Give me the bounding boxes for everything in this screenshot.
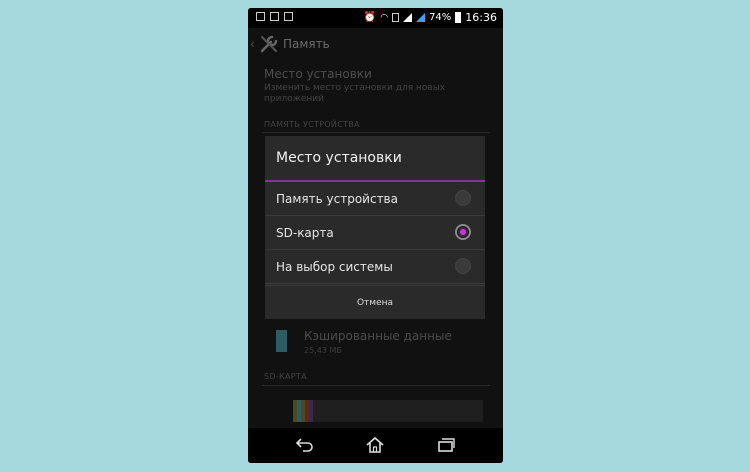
signal-icon-2 xyxy=(416,13,426,22)
alarm-icon: ⏰ xyxy=(363,12,377,23)
status-bar: ⏰ ◠ 74% 16:36 xyxy=(248,8,503,28)
section-divider xyxy=(262,132,490,133)
dialog-title: Место установки xyxy=(276,150,402,166)
nfc-icon xyxy=(392,13,400,22)
section-sd-card: SD-КАРТА xyxy=(264,372,307,381)
wrench-icon xyxy=(260,35,278,53)
wifi-icon: ◠ xyxy=(380,12,389,23)
notification-icon xyxy=(256,12,265,21)
battery-text: 74% xyxy=(429,12,452,23)
clock: 16:36 xyxy=(465,11,497,24)
recent-apps-icon[interactable] xyxy=(436,436,456,454)
option-system-choice[interactable]: На выбор системы xyxy=(265,250,485,284)
option-label: SD-карта xyxy=(276,226,334,240)
option-sd-card[interactable]: SD-карта xyxy=(265,216,485,250)
image-notification-icon xyxy=(270,12,279,21)
home-icon[interactable] xyxy=(365,436,385,454)
battery-icon xyxy=(455,12,462,23)
sd-usage-bar xyxy=(293,400,483,422)
radio-button[interactable] xyxy=(455,190,471,206)
back-icon[interactable] xyxy=(293,436,313,454)
notification-icon-2 xyxy=(284,12,293,21)
install-location-setting-desc: Изменить место установки для новых прило… xyxy=(264,83,446,104)
radio-button-selected[interactable] xyxy=(455,224,471,240)
action-bar[interactable]: ‹ Память xyxy=(248,28,503,60)
option-device-memory[interactable]: Память устройства xyxy=(265,182,485,216)
signal-icon xyxy=(403,13,413,22)
option-label: На выбор системы xyxy=(276,260,393,274)
section-device-memory: ПАМЯТЬ УСТРОЙСТВА xyxy=(264,120,360,129)
section-divider xyxy=(262,385,490,386)
cached-data-size: 25,43 МБ xyxy=(304,346,342,355)
cancel-button[interactable]: Отмена xyxy=(265,285,485,319)
option-label: Память устройства xyxy=(276,192,398,206)
install-location-setting-title[interactable]: Место установки xyxy=(264,67,372,81)
radio-button[interactable] xyxy=(455,258,471,274)
navigation-bar xyxy=(248,428,503,463)
install-location-dialog: Место установки Память устройства SD-кар… xyxy=(265,136,485,319)
page-title: Память xyxy=(283,37,330,51)
back-chevron-icon[interactable]: ‹ xyxy=(250,37,255,51)
cached-data-swatch xyxy=(276,330,287,352)
cached-data-label[interactable]: Кэшированные данные xyxy=(304,329,452,343)
phone-screen: ⏰ ◠ 74% 16:36 ‹ Память Место установки И… xyxy=(248,8,503,463)
